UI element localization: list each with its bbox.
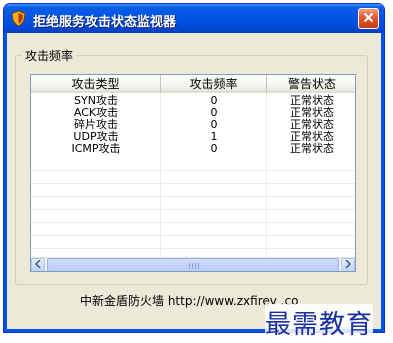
attack-list[interactable]: 攻击类型 攻击频率 警告状态 SYN攻击 0 正常状态 ACK攻击 0 正常状态…	[30, 74, 356, 272]
attack-frequency: 0	[210, 142, 218, 155]
window-title: 拒绝服务攻击状态监视器	[33, 15, 177, 30]
grid-line	[31, 170, 355, 171]
grip-icon	[189, 263, 199, 269]
warning-status: 正常状态	[290, 142, 334, 155]
shield-icon	[10, 10, 27, 27]
list-header: 攻击类型 攻击频率 警告状态	[31, 75, 355, 93]
scroll-left-button[interactable]	[31, 258, 45, 271]
table-row[interactable]: ICMP攻击 0 正常状态	[31, 142, 355, 155]
group-label: 攻击频率	[22, 47, 77, 64]
grid-line	[31, 183, 355, 184]
arrow-left-icon	[34, 259, 41, 270]
arrow-right-icon	[345, 259, 352, 270]
watermark: 最需教育	[265, 304, 374, 341]
grid-line	[31, 222, 355, 223]
title-bar[interactable]: 拒绝服务攻击状态监视器	[4, 4, 384, 33]
column-header-type[interactable]: 攻击类型	[31, 75, 161, 93]
close-button[interactable]	[358, 8, 379, 29]
horizontal-scrollbar[interactable]	[31, 257, 355, 271]
scroll-right-button[interactable]	[341, 258, 355, 271]
close-icon	[363, 12, 374, 26]
grid-line	[31, 248, 355, 249]
column-header-status[interactable]: 警告状态	[267, 75, 355, 93]
attack-type: ICMP攻击	[71, 142, 121, 155]
scroll-thumb[interactable]	[47, 258, 339, 271]
grid-line	[31, 235, 355, 236]
grid-line	[31, 209, 355, 210]
column-header-frequency[interactable]: 攻击频率	[161, 75, 267, 93]
grid-line	[31, 196, 355, 197]
